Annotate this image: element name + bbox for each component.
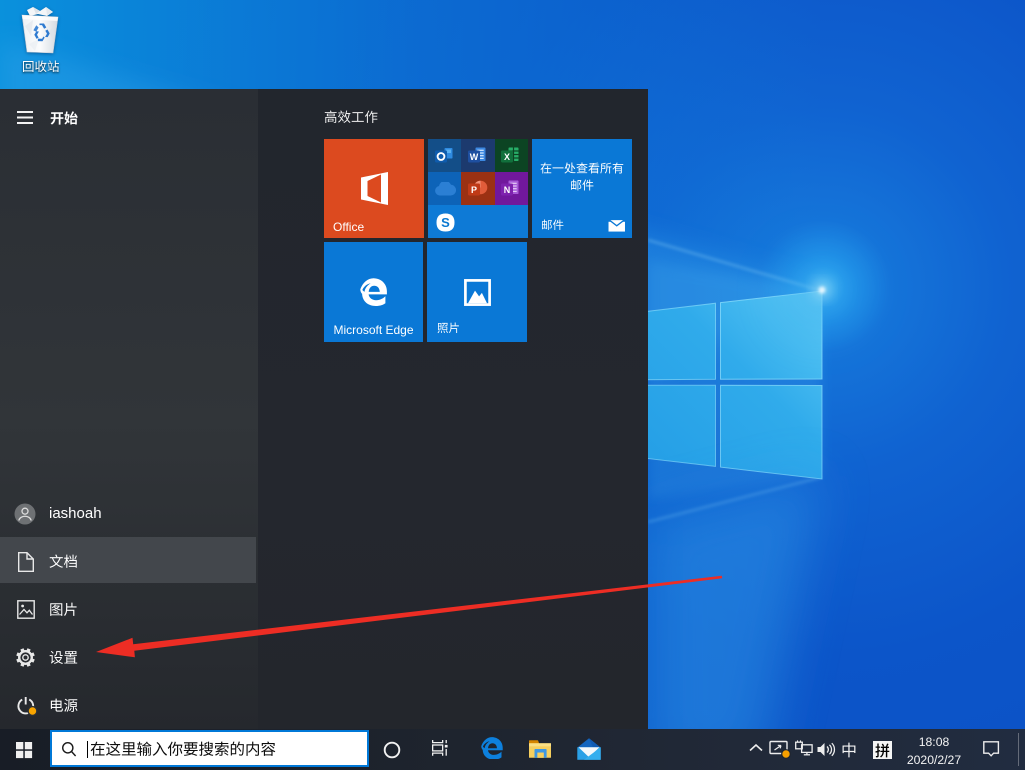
- svg-text:S: S: [441, 215, 450, 230]
- svg-text:P: P: [471, 185, 477, 195]
- svg-text:X: X: [504, 152, 510, 162]
- svg-text:W: W: [470, 152, 479, 162]
- svg-text:N: N: [504, 185, 511, 195]
